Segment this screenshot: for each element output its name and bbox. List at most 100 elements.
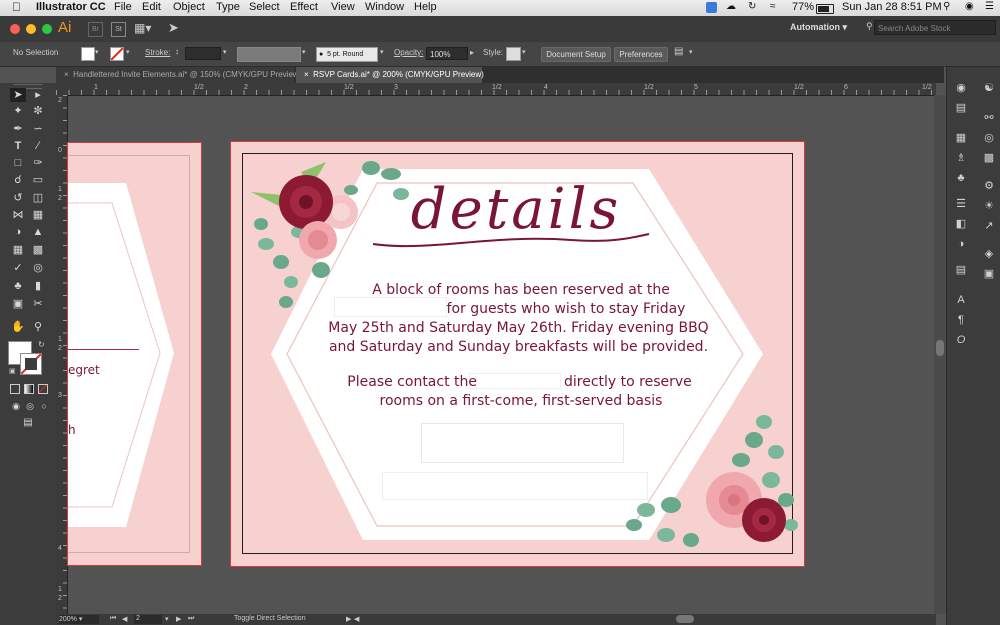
close-window-button[interactable]: [10, 24, 20, 34]
graphic-style-swatch[interactable]: [506, 47, 521, 61]
artboard-dropdown-icon[interactable]: ▾: [165, 615, 169, 623]
gradient-tool-icon[interactable]: ▩: [30, 243, 46, 257]
gradient-mode-icon[interactable]: [24, 384, 34, 394]
stroke-panel-icon[interactable]: ☰: [953, 197, 969, 211]
style-dropdown-icon[interactable]: ▾: [522, 48, 526, 56]
vertical-scroll-thumb[interactable]: [936, 340, 944, 356]
blend-tool-icon[interactable]: ◎: [30, 261, 46, 275]
menu-window[interactable]: Window: [365, 1, 404, 13]
color-guide-icon[interactable]: ◎: [981, 131, 997, 145]
graphic-styles-icon[interactable]: ☀: [981, 199, 997, 213]
zoom-tool-icon[interactable]: ⚲: [30, 320, 46, 334]
stroke-stepper[interactable]: ↕: [175, 47, 179, 56]
brushes-panel-icon[interactable]: ♗: [953, 151, 969, 165]
image-trace-icon[interactable]: ▩: [981, 151, 997, 165]
width-tool-icon[interactable]: ⋈: [10, 208, 26, 222]
placeholder-box-2[interactable]: [382, 472, 648, 500]
brush-dropdown-icon[interactable]: ▾: [380, 48, 384, 56]
placeholder-box-1[interactable]: [421, 423, 624, 463]
line-tool-icon[interactable]: ∕: [30, 139, 46, 153]
workspace-switcher[interactable]: Automation ▾: [790, 22, 847, 33]
body-line-3[interactable]: May 25th and Saturday May 26th. Friday e…: [291, 320, 746, 336]
export-panel-icon[interactable]: ↗: [981, 219, 997, 233]
stroke-label[interactable]: Stroke:: [145, 48, 170, 57]
stroke-swatch[interactable]: [110, 47, 124, 61]
align-panel-icon[interactable]: ▤: [953, 263, 969, 277]
bridge-button[interactable]: Br: [88, 22, 103, 37]
opentype-panel-icon[interactable]: O: [953, 333, 969, 347]
gpu-performance-icon[interactable]: ➤: [168, 20, 179, 36]
sync-icon[interactable]: ↻: [748, 1, 756, 12]
artboard-number-field[interactable]: 2: [134, 615, 162, 624]
column-graph-tool-icon[interactable]: ▮: [30, 279, 46, 293]
document-setup-button[interactable]: Document Setup: [541, 47, 611, 62]
layers-panel-icon[interactable]: ◈: [981, 247, 997, 261]
body-line-1[interactable]: A block of rooms has been reserved at th…: [331, 282, 711, 298]
horizontal-scroll-thumb[interactable]: [676, 615, 694, 623]
links-panel-icon[interactable]: ⚯: [981, 111, 997, 125]
libraries-panel-icon[interactable]: ◉: [953, 81, 969, 95]
stroke-dropdown-icon[interactable]: ▾: [126, 48, 130, 56]
tab-handlettered-invite[interactable]: × Handlettered Invite Elements.ai* @ 150…: [56, 67, 301, 83]
artboard-left[interactable]: egret h: [67, 142, 202, 566]
appearance-icon[interactable]: ⚙: [981, 179, 997, 193]
menu-view[interactable]: View: [331, 1, 355, 13]
contact-line-c[interactable]: rooms on a first-come, first-served basi…: [321, 393, 721, 409]
shape-builder-tool-icon[interactable]: ◑: [10, 225, 26, 239]
pen-tool-icon[interactable]: ✒: [10, 122, 26, 136]
arrange-documents-icon[interactable]: ▦▾: [134, 21, 151, 35]
selection-tool-icon[interactable]: ➤: [10, 88, 26, 102]
artboards-panel-icon[interactable]: ▣: [981, 267, 997, 281]
rectangle-tool-icon[interactable]: □: [10, 156, 26, 170]
swap-fill-stroke-icon[interactable]: ↻: [38, 340, 45, 349]
transparency-panel-icon[interactable]: ◑: [953, 237, 969, 251]
magic-wand-tool-icon[interactable]: ✦: [10, 104, 26, 118]
artboard-rsvp-details[interactable]: details A block of rooms has been reserv…: [230, 141, 805, 567]
align-options-icon[interactable]: ▤: [674, 46, 683, 57]
draw-inside-icon[interactable]: ○: [36, 399, 52, 413]
battery-icon[interactable]: [816, 4, 834, 14]
contact-line-a[interactable]: Please contact the: [317, 374, 477, 390]
next-artboard-icon[interactable]: ▶: [176, 615, 181, 623]
stroke-weight-field[interactable]: [185, 47, 221, 60]
tab-rsvp-cards[interactable]: × RSVP Cards.ai* @ 200% (CMYK/GPU Previe…: [296, 67, 484, 83]
body-line-2[interactable]: for guests who wish to stay Friday: [421, 301, 711, 317]
fill-dropdown-icon[interactable]: ▾: [95, 48, 99, 56]
placeholder-contact-box[interactable]: [469, 373, 561, 389]
apple-icon[interactable]: : [12, 0, 21, 14]
symbols-panel-icon[interactable]: ♣: [953, 171, 969, 185]
artboard-tool-icon[interactable]: ▣: [10, 297, 26, 311]
hand-tool-icon[interactable]: ✋: [10, 320, 26, 334]
status-tool-hint[interactable]: Toggle Direct Selection: [234, 615, 306, 622]
vertical-scrollbar[interactable]: [934, 95, 946, 614]
stock-search-input[interactable]: Search Adobe Stock: [874, 20, 996, 35]
swatches-panel-icon[interactable]: ▦: [953, 131, 969, 145]
opacity-label[interactable]: Opacity:: [394, 48, 423, 57]
shaper-tool-icon[interactable]: ☌: [10, 173, 26, 187]
menu-type[interactable]: Type: [216, 1, 240, 13]
symbol-sprayer-tool-icon[interactable]: ♣: [10, 279, 26, 293]
status-menu-arrow-icon[interactable]: ▶: [346, 615, 351, 623]
type-tool-icon[interactable]: T: [10, 139, 26, 153]
profile-dropdown-icon[interactable]: ▾: [302, 48, 306, 56]
app-menu[interactable]: Illustrator CC: [36, 1, 106, 13]
perspective-grid-tool-icon[interactable]: ▲: [30, 225, 46, 239]
menu-select[interactable]: Select: [249, 1, 280, 13]
last-artboard-icon[interactable]: ⏭: [188, 615, 194, 623]
direct-selection-tool-icon[interactable]: ▸: [30, 88, 46, 102]
body-line-4[interactable]: and Saturday and Sunday breakfasts will …: [291, 339, 746, 355]
brush-definition[interactable]: ● 5 pt. Round: [316, 47, 378, 62]
first-artboard-icon[interactable]: ⏮: [110, 615, 116, 623]
menu-help[interactable]: Help: [414, 1, 437, 13]
wifi-icon[interactable]: ≈: [770, 1, 776, 12]
status-app-icon[interactable]: [706, 2, 717, 13]
fill-swatch[interactable]: [81, 47, 95, 61]
slice-tool-icon[interactable]: ✂: [30, 297, 46, 311]
menubar-clock[interactable]: Sun Jan 28 8:51 PM: [842, 1, 942, 13]
free-transform-tool-icon[interactable]: ▦: [30, 208, 46, 222]
default-colors-icon[interactable]: ▣: [9, 367, 16, 375]
zoom-level-field[interactable]: 200% ▾: [59, 615, 99, 624]
menu-object[interactable]: Object: [173, 1, 205, 13]
canvas[interactable]: egret h details A block of rooms has bee…: [67, 95, 934, 614]
screen-mode-icon[interactable]: ▤: [20, 416, 36, 430]
